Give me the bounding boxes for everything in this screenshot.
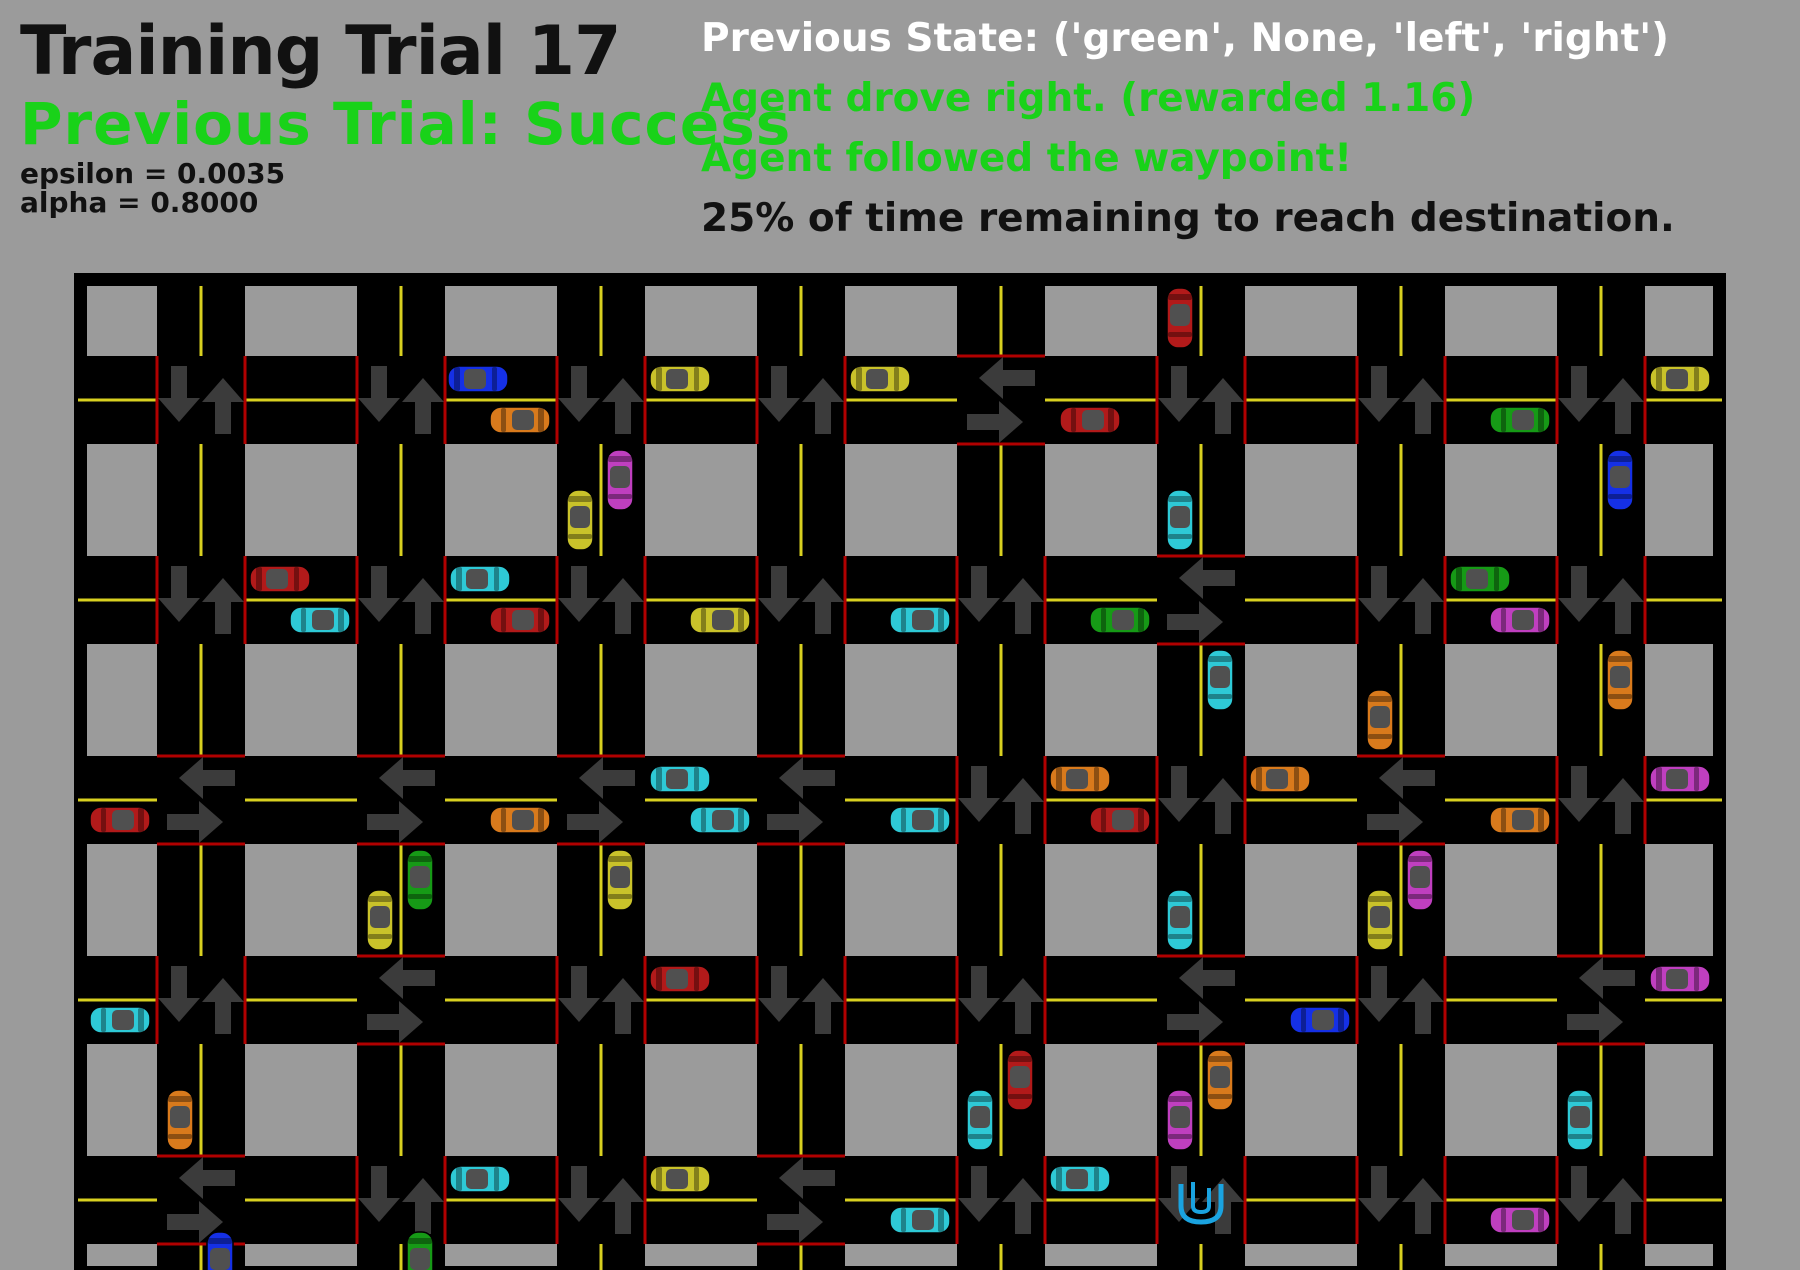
car-orange	[1049, 765, 1111, 793]
car-orange	[489, 406, 551, 434]
car-cyan	[1206, 649, 1234, 711]
car-magenta	[606, 449, 634, 511]
car-magenta	[1489, 606, 1551, 634]
car-blue	[447, 365, 509, 393]
car-cyan	[89, 1006, 151, 1034]
car-cyan	[449, 565, 511, 593]
car-magenta	[1649, 765, 1711, 793]
road-right-edge	[1713, 277, 1722, 1270]
car-red	[1059, 406, 1121, 434]
car-cyan	[1049, 1165, 1111, 1193]
car-cyan	[649, 765, 711, 793]
car-green	[406, 849, 434, 911]
car-cyan	[889, 806, 951, 834]
car-magenta	[1649, 965, 1711, 993]
car-orange	[1366, 689, 1394, 751]
car-red	[1166, 287, 1194, 349]
car-orange	[1489, 806, 1551, 834]
car-green	[1449, 565, 1511, 593]
car-orange	[1606, 649, 1634, 711]
car-cyan	[689, 806, 751, 834]
car-yellow	[366, 889, 394, 951]
car-cyan	[966, 1089, 994, 1151]
car-cyan	[289, 606, 351, 634]
car-green	[1489, 406, 1551, 434]
car-red	[489, 606, 551, 634]
car-yellow	[1366, 889, 1394, 951]
car-red	[249, 565, 311, 593]
car-magenta	[1406, 849, 1434, 911]
car-magenta	[1489, 1206, 1551, 1234]
car-yellow	[606, 849, 634, 911]
road-left-edge	[78, 277, 87, 1270]
car-yellow	[649, 1165, 711, 1193]
car-cyan	[1166, 489, 1194, 551]
car-cyan	[889, 606, 951, 634]
car-yellow	[849, 365, 911, 393]
car-orange	[1249, 765, 1311, 793]
car-yellow	[689, 606, 751, 634]
car-cyan	[1166, 889, 1194, 951]
car-magenta	[1166, 1089, 1194, 1151]
car-yellow	[1649, 365, 1711, 393]
car-red	[1089, 806, 1151, 834]
car-blue	[1289, 1006, 1351, 1034]
car-yellow	[649, 365, 711, 393]
car-cyan	[449, 1165, 511, 1193]
car-orange	[1206, 1049, 1234, 1111]
traffic-grid-world	[74, 273, 1726, 1270]
car-orange	[166, 1089, 194, 1151]
car-red	[1006, 1049, 1034, 1111]
car-blue	[206, 1231, 234, 1270]
car-cyan	[1566, 1089, 1594, 1151]
car-blue	[1606, 449, 1634, 511]
car-red	[89, 806, 151, 834]
car-cyan	[889, 1206, 951, 1234]
car-orange	[489, 806, 551, 834]
car-green	[406, 1231, 434, 1270]
car-green	[1089, 606, 1151, 634]
car-yellow	[566, 489, 594, 551]
car-red	[649, 965, 711, 993]
road-top-edge	[78, 277, 1722, 286]
